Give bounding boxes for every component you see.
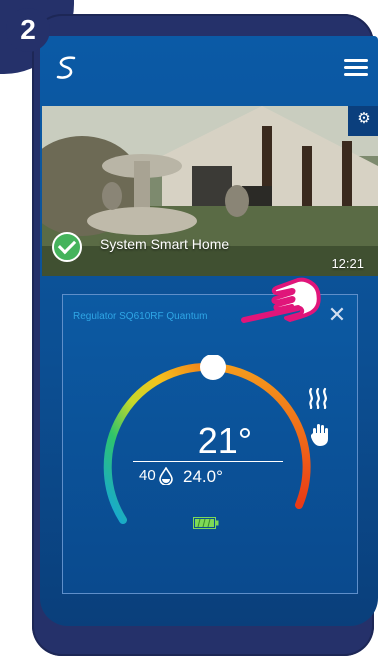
photo-time: 12:21 [331, 256, 364, 271]
home-name: System Smart Home [100, 236, 230, 252]
battery-icon [193, 517, 219, 529]
step-number: 2 [6, 8, 50, 52]
divider [133, 461, 283, 462]
set-temperature: 24.0° [183, 467, 223, 486]
menu-icon[interactable] [344, 59, 368, 76]
pointer-hand-icon [241, 277, 321, 323]
check-icon [52, 232, 82, 262]
thermostat-title: Regulator SQ610RF Quantum [73, 311, 208, 322]
hand-icon [311, 424, 328, 446]
drop-icon [159, 467, 173, 485]
current-temperature: 21° [197, 420, 253, 461]
dial-knob [200, 355, 226, 380]
humidity-value: 40 [139, 467, 156, 484]
gear-icon: ⚙ [357, 110, 371, 127]
home-photo[interactable]: ⚙ System Smart Home 12:21 [42, 106, 378, 276]
settings-tab[interactable]: ⚙ [348, 106, 378, 136]
heat-icon [309, 387, 327, 409]
logo-icon [56, 56, 76, 79]
